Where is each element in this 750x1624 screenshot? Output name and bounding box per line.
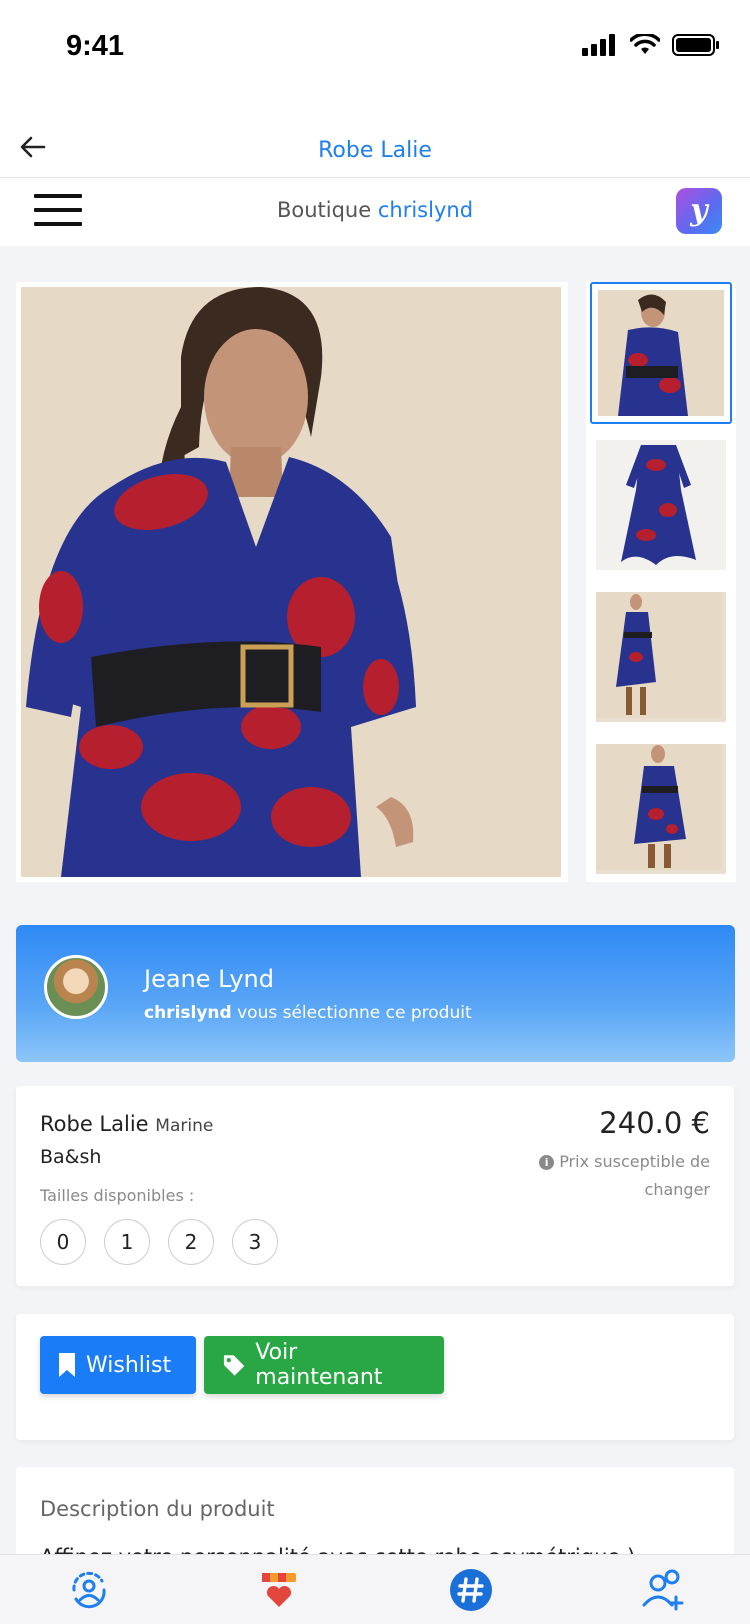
product-title: Robe Lalie [40,1112,149,1136]
description-title: Description du produit [40,1497,275,1521]
curator-message: chrislynd vous sélectionne ce produit [144,1003,472,1023]
page-title: Robe Lalie [318,138,432,163]
shop-name[interactable]: chrislynd [378,198,473,222]
wifi-icon [630,34,660,54]
shop-prefix: Boutique [276,198,372,222]
size-option-3[interactable]: 3 [232,1219,278,1265]
signal-icon [582,34,615,56]
info-icon: i [539,1155,555,1170]
voir-maintenant-button[interactable]: Voir maintenant [204,1336,444,1394]
bookmark-icon [59,1353,75,1377]
product-price: 240.0 € [599,1106,710,1140]
add-user-icon[interactable] [640,1567,686,1613]
thumbnail-2[interactable] [590,434,732,576]
sizes-label: Tailles disponibles : [40,1186,195,1205]
hashtag-icon[interactable] [448,1567,494,1613]
size-option-1[interactable]: 1 [104,1219,150,1265]
tag-icon [223,1355,245,1376]
curator-message-text: vous sélectionne ce produit [231,1003,472,1023]
price-note: i Prix susceptible de changer [510,1148,710,1204]
status-icons [582,34,720,56]
size-options: 0 1 2 3 [40,1219,278,1265]
curator-card[interactable]: Jeane Lynd chrislynd vous sélectionne ce… [16,925,735,1062]
app-logo[interactable]: y [676,188,722,234]
curator-name: Jeane Lynd [144,965,274,993]
product-name: Robe Lalie Marine [40,1112,213,1136]
main-product-photo[interactable] [21,287,561,877]
size-option-2[interactable]: 2 [168,1219,214,1265]
shop-header: Boutique chrislynd y [0,178,750,246]
shop-title: Boutique chrislynd [0,198,750,222]
thumbnail-image [596,592,726,722]
main-photo-frame [16,282,568,882]
shop-heart-icon[interactable] [256,1567,302,1613]
product-color: Marine [155,1116,214,1136]
user-refresh-icon[interactable] [66,1567,112,1613]
thumbnail-image [596,440,726,570]
thumbnail-4[interactable] [590,738,732,880]
wishlist-label: Wishlist [86,1352,172,1378]
wishlist-button[interactable]: Wishlist [40,1336,196,1394]
status-time: 9:41 [66,30,125,62]
actions-card: Wishlist Voir maintenant [16,1314,734,1440]
thumbnail-image [598,290,724,416]
bottom-tab-bar [0,1554,750,1624]
thumbnail-3[interactable] [590,586,732,728]
price-note-text: Prix susceptible de changer [559,1152,710,1199]
size-option-0[interactable]: 0 [40,1219,86,1265]
title-bar: Robe Lalie [0,100,750,178]
battery-icon [672,34,719,56]
voir-label: Voir maintenant [255,1340,383,1390]
product-info-card: Robe Lalie Marine Ba&sh Tailles disponib… [16,1086,734,1286]
product-gallery [0,246,750,906]
thumbnail-1[interactable] [590,282,732,424]
curator-avatar [44,955,108,1019]
status-bar: 9:41 [0,0,750,100]
product-brand: Ba&sh [40,1146,102,1168]
thumbnail-image [596,744,726,874]
thumbnail-strip [586,282,736,882]
curator-handle: chrislynd [144,1003,232,1023]
